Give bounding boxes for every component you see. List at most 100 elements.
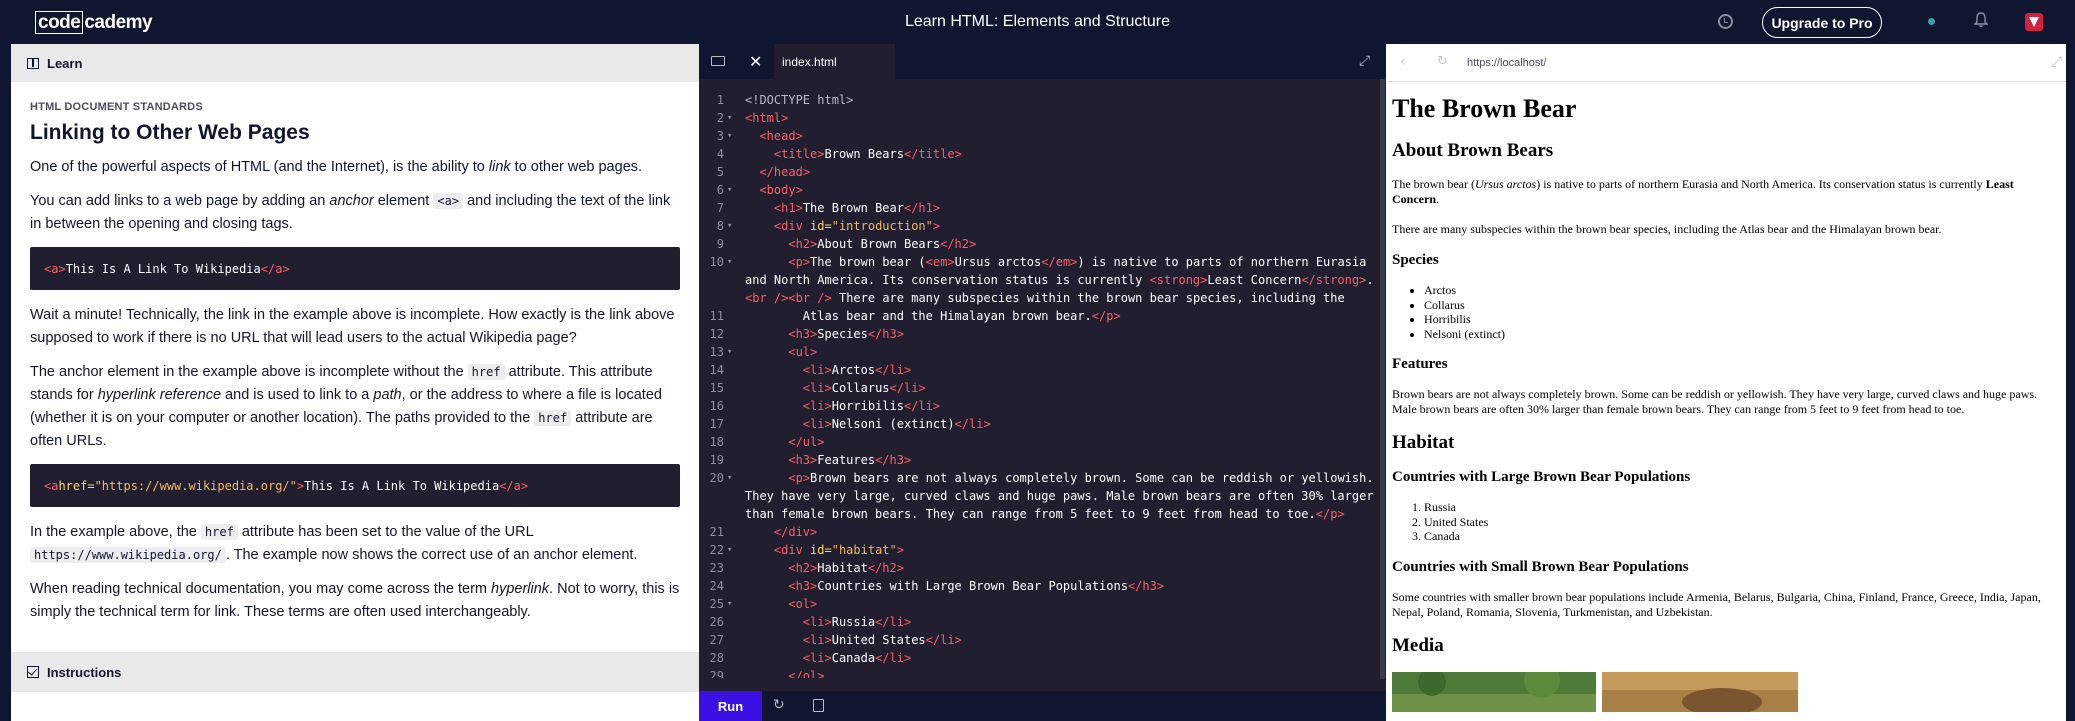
refresh-icon[interactable]: ↻ — [1437, 54, 1448, 69]
list-item: Horribilis — [1424, 312, 2062, 327]
upgrade-button[interactable]: Upgrade to Pro — [1762, 7, 1882, 38]
section-heading: Habitat — [1392, 432, 1455, 453]
subsection-heading: Species — [1392, 252, 1439, 268]
status-dot-icon — [1928, 18, 1935, 25]
code-line[interactable]: <h3>Features</h3> — [745, 451, 1374, 469]
code-line[interactable]: <div id="introduction"> — [745, 217, 1374, 235]
code-line[interactable]: <!DOCTYPE html> — [745, 91, 1374, 109]
code-line[interactable]: </ol> — [745, 667, 1374, 678]
close-icon[interactable]: ✕ — [749, 52, 762, 71]
line-number: 6 — [716, 183, 724, 197]
editor-scrollbar[interactable] — [1380, 79, 1385, 679]
fold-arrow-icon[interactable]: ▾ — [727, 127, 732, 145]
folder-icon[interactable] — [711, 56, 725, 66]
run-bar: Run ↻ — [699, 691, 1386, 721]
lesson-paragraph: When reading technical documentation, yo… — [30, 581, 680, 620]
avatar[interactable] — [2025, 13, 2043, 31]
subsection-heading: Features — [1392, 356, 1448, 372]
lesson-kicker: HTML DOCUMENT STANDARDS — [30, 101, 203, 113]
code-line[interactable]: <h1>The Brown Bear</h1> — [745, 199, 1374, 217]
code-line[interactable]: Atlas bear and the Himalayan brown bear.… — [745, 307, 1374, 325]
code-line[interactable]: <body> — [745, 181, 1374, 199]
line-number: 15 — [709, 381, 724, 395]
line-number: 21 — [709, 525, 724, 539]
fold-arrow-icon[interactable]: ▾ — [727, 181, 732, 199]
learn-header-label: Learn — [47, 55, 83, 71]
code-line[interactable]: <h3>Countries with Large Brown Bear Popu… — [745, 577, 1374, 595]
code-line[interactable]: <li>Russia</li> — [745, 613, 1374, 631]
instructions-header[interactable]: Instructions — [11, 652, 699, 692]
list-item: Russia — [1424, 500, 2062, 515]
tab-index-html[interactable]: index.html — [774, 44, 895, 79]
code-line[interactable]: <ol> — [745, 595, 1374, 613]
fold-arrow-icon[interactable]: ▾ — [727, 343, 732, 361]
logo-box-text: code — [35, 11, 84, 34]
bear-photo-1 — [1392, 671, 1596, 712]
run-button[interactable]: Run — [699, 691, 762, 721]
fold-arrow-icon[interactable]: ▾ — [727, 469, 732, 487]
fold-arrow-icon[interactable]: ▾ — [727, 253, 732, 271]
page-heading: The Brown Bear — [1392, 94, 1577, 123]
line-number: 27 — [709, 633, 724, 647]
code-line[interactable]: <ul> — [745, 343, 1374, 361]
line-number: 29 — [709, 669, 724, 678]
clock-icon[interactable] — [1718, 14, 1733, 29]
page-paragraph: Brown bears are not always completely br… — [1392, 387, 2038, 416]
editor-tab-bar: ✕ index.html ⤢ — [699, 44, 1386, 79]
expand-icon[interactable]: ⤢ — [1359, 53, 1370, 69]
code-line[interactable]: <li>Nelsoni (extinct)</li> — [745, 415, 1374, 433]
reset-icon[interactable]: ↻ — [773, 697, 785, 713]
list-item: Arctos — [1424, 283, 2062, 298]
lesson-paragraph: Wait a minute! Technically, the link in … — [30, 307, 675, 346]
code-line[interactable]: <title>Brown Bears</title> — [745, 145, 1374, 163]
learn-panel: Learn HTML DOCUMENT STANDARDS Linking to… — [11, 44, 699, 721]
code-line[interactable]: <p>The brown bear (<em>Ursus arctos</em>… — [745, 253, 1374, 307]
bell-icon[interactable] — [1974, 12, 1988, 28]
lesson-paragraph: In the example above, the href attribute… — [30, 524, 638, 563]
section-heading: About Brown Bears — [1392, 140, 1554, 161]
clipboard-icon[interactable] — [813, 699, 824, 712]
code-area[interactable]: 1 <!DOCTYPE html> 2 ▾ <html> 3 ▾ <head> 4 <titl… — [699, 91, 1379, 678]
code-line[interactable]: <li>Collarus</li> — [745, 379, 1374, 397]
page-paragraph: Some countries with smaller brown bear p… — [1392, 589, 2041, 619]
line-number: 10 — [709, 255, 724, 269]
code-line[interactable]: </div> — [745, 523, 1374, 541]
line-number: 25 — [709, 597, 724, 611]
code-line[interactable]: <html> — [745, 109, 1374, 127]
url-field[interactable]: https://localhost/ — [1467, 57, 1547, 69]
code-line[interactable]: </head> — [745, 163, 1374, 181]
code-line[interactable]: </ul> — [745, 433, 1374, 451]
codecademy-logo[interactable]: code cademy — [35, 11, 153, 34]
fullscreen-icon[interactable]: ⤢ — [2051, 54, 2062, 70]
code-line[interactable]: <li>Arctos</li> — [745, 361, 1374, 379]
book-icon — [27, 57, 39, 69]
line-number: 4 — [716, 147, 724, 161]
inline-code: https://www.wikipedia.org/ — [30, 547, 226, 563]
code-line[interactable]: <h3>Species</h3> — [745, 325, 1374, 343]
code-line[interactable]: <li>Canada</li> — [745, 649, 1374, 667]
code-line[interactable]: <h2>About Brown Bears</h2> — [745, 235, 1374, 253]
subsection-heading: Countries with Large Brown Bear Populati… — [1392, 469, 1691, 485]
inline-code: href — [467, 364, 505, 380]
code-example: <a> This Is A Link To Wikipedia </a> — [30, 247, 680, 290]
line-number: 7 — [716, 201, 724, 215]
line-number: 20 — [709, 471, 724, 485]
back-icon[interactable]: ‹ — [1400, 54, 1406, 70]
top-bar: code cademy Learn HTML: Elements and Stru… — [0, 0, 2075, 44]
code-line[interactable]: <div id="habitat"> — [745, 541, 1374, 559]
fold-arrow-icon[interactable]: ▾ — [727, 541, 732, 559]
fold-arrow-icon[interactable]: ▾ — [727, 217, 732, 235]
line-number: 17 — [709, 417, 724, 431]
code-line[interactable]: <p>Brown bears are not always completely… — [745, 469, 1374, 523]
code-line[interactable]: <h2>Habitat</h2> — [745, 559, 1374, 577]
line-number: 9 — [716, 237, 724, 251]
fold-arrow-icon[interactable]: ▾ — [727, 109, 732, 127]
fold-arrow-icon[interactable]: ▾ — [727, 595, 732, 613]
line-number: 2 — [716, 111, 724, 125]
code-line[interactable]: <head> — [745, 127, 1374, 145]
code-line[interactable]: <li>United States</li> — [745, 631, 1374, 649]
subsection-heading: Countries with Small Brown Bear Populati… — [1392, 558, 1689, 575]
rendered-page: The Brown Bear About Brown Bears The bro… — [1392, 94, 2062, 712]
code-line[interactable]: <li>Horribilis</li> — [745, 397, 1374, 415]
line-number: 18 — [709, 435, 724, 449]
